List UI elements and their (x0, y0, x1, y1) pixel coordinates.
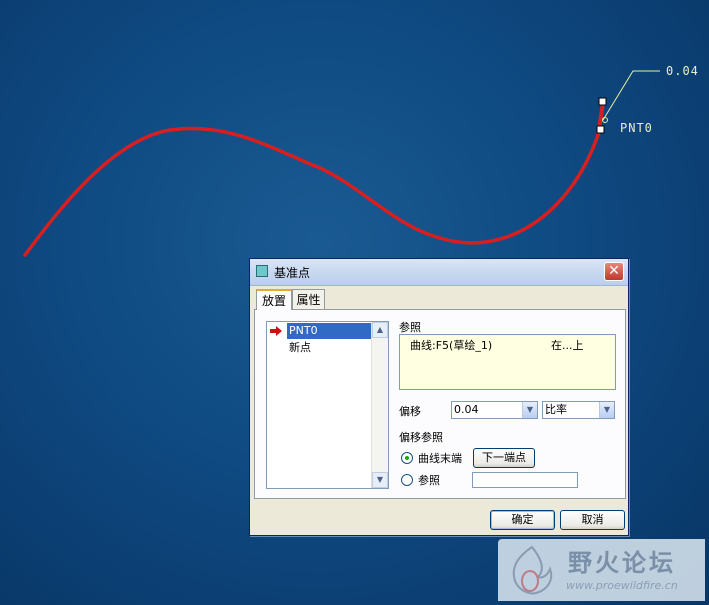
next-endpoint-button[interactable]: 下一端点 (473, 448, 535, 468)
chevron-down-icon[interactable]: ▼ (599, 402, 614, 418)
offset-value: 0.04 (454, 403, 479, 416)
datum-point-dialog: 基准点 ✕ 放置 属性 PNT0 新点 ▲ ▼ 参照 曲线:F5(草绘_1) 在… (249, 258, 629, 536)
offset-label: 偏移 (399, 405, 421, 418)
offset-reference-label: 偏移参照 (399, 431, 443, 444)
point-label: PNT0 (620, 121, 653, 135)
offset-value-input[interactable]: 0.04 ▼ (451, 401, 538, 419)
watermark-url: www.proewildfire.cn (566, 579, 678, 592)
dialog-titlebar[interactable]: 基准点 ✕ (250, 259, 628, 286)
current-item-arrow-icon (270, 326, 282, 336)
offset-type-select[interactable]: 比率 ▼ (542, 401, 615, 419)
placement-panel: PNT0 新点 ▲ ▼ 参照 曲线:F5(草绘_1) 在...上 偏移 0.04… (254, 309, 626, 499)
scroll-down-icon[interactable]: ▼ (372, 472, 388, 488)
references-label: 参照 (399, 321, 421, 334)
curve-end-radio[interactable] (401, 452, 413, 464)
offset-reference-field[interactable] (472, 472, 578, 488)
points-list-scrollbar[interactable]: ▲ ▼ (371, 322, 388, 488)
close-button[interactable]: ✕ (604, 262, 624, 281)
tab-properties-label: 属性 (296, 293, 321, 307)
reference-entity[interactable]: 曲线:F5(草绘_1) (410, 337, 492, 353)
tab-placement[interactable]: 放置 (256, 289, 292, 310)
reference-constraint[interactable]: 在...上 (551, 337, 584, 353)
references-collector[interactable]: 曲线:F5(草绘_1) 在...上 (399, 334, 616, 390)
tab-placement-label: 放置 (261, 294, 286, 308)
close-icon: ✕ (608, 263, 620, 279)
forum-watermark: 野火论坛 www.proewildfire.cn (498, 539, 705, 601)
reference-radio-label[interactable]: 参照 (418, 472, 440, 488)
tab-properties[interactable]: 属性 (292, 289, 325, 309)
list-item-pnt0[interactable]: PNT0 (287, 323, 372, 339)
flame-logo-icon (512, 545, 553, 595)
datum-point-icon (256, 265, 268, 277)
chevron-down-icon[interactable]: ▼ (522, 402, 537, 418)
ok-button[interactable]: 确定 (490, 510, 555, 530)
offset-leader-line (602, 70, 660, 121)
cancel-button[interactable]: 取消 (560, 510, 625, 530)
list-item-new-point[interactable]: 新点 (287, 340, 372, 356)
scroll-up-icon[interactable]: ▲ (372, 322, 388, 338)
offset-callout[interactable]: 0.04 (666, 64, 699, 78)
sketch-curve[interactable] (23, 126, 600, 257)
datum-point-marker[interactable] (596, 125, 605, 134)
points-list[interactable]: PNT0 新点 ▲ ▼ (266, 321, 389, 489)
watermark-title: 野火论坛 (568, 549, 676, 577)
curve-end-handle[interactable] (598, 97, 607, 106)
curve-end-label[interactable]: 曲线末端 (418, 450, 462, 466)
reference-radio[interactable] (401, 474, 413, 486)
offset-type-value: 比率 (545, 403, 567, 416)
dialog-title: 基准点 (274, 266, 311, 280)
